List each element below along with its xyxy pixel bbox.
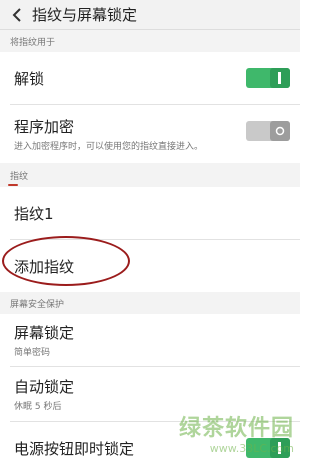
back-arrow-icon[interactable] <box>8 6 26 24</box>
section-header-screen-security: 屏幕安全保护 <box>0 292 300 314</box>
section-header-fingerprints: 指纹 <box>0 163 300 187</box>
screen-lock-texts: 屏幕锁定 简单密码 <box>14 322 74 358</box>
unlock-toggle[interactable] <box>246 68 290 88</box>
app-encrypt-toggle[interactable] <box>246 121 290 141</box>
toggle-knob <box>270 68 290 88</box>
fingerprint-1-row[interactable]: 指纹1 <box>0 187 300 239</box>
app-encrypt-label: 程序加密 <box>14 118 75 136</box>
annotation-dash <box>8 184 18 186</box>
screen-lock-label: 屏幕锁定 <box>14 324 75 342</box>
screen-lock-value: 简单密码 <box>14 348 51 358</box>
add-fingerprint-row[interactable]: 添加指纹 <box>0 240 300 292</box>
watermark-logo: 绿茶软件园 www.33LC.com <box>179 410 294 455</box>
add-fingerprint-label: 添加指纹 <box>14 257 75 276</box>
page-title: 指纹与屏幕锁定 <box>32 6 138 24</box>
toggle-knob <box>270 121 290 141</box>
app-encrypt-row[interactable]: 程序加密 进入加密程序时，可以使用您的指纹直接进入。 <box>0 105 300 163</box>
app-encrypt-description: 进入加密程序时，可以使用您的指纹直接进入。 <box>14 142 204 152</box>
auto-lock-label: 自动锁定 <box>14 378 75 396</box>
unlock-row[interactable]: 解锁 <box>0 52 300 104</box>
auto-lock-texts: 自动锁定 休眠 5 秒后 <box>14 376 74 412</box>
fingerprint-1-label: 指纹1 <box>14 204 54 223</box>
section-header-fingerprint-use: 将指纹用于 <box>0 30 300 52</box>
watermark-main-text: 绿茶软件园 <box>178 416 294 441</box>
power-button-lock-label: 电源按钮即时锁定 <box>14 439 135 458</box>
app-encrypt-texts: 程序加密 进入加密程序时，可以使用您的指纹直接进入。 <box>14 116 203 152</box>
auto-lock-value: 休眠 5 秒后 <box>14 402 62 412</box>
unlock-label: 解锁 <box>14 69 45 88</box>
screen-lock-row[interactable]: 屏幕锁定 简单密码 <box>0 314 300 366</box>
watermark-url: www.33LC.com <box>209 442 294 455</box>
top-app-bar: 指纹与屏幕锁定 <box>0 0 300 30</box>
